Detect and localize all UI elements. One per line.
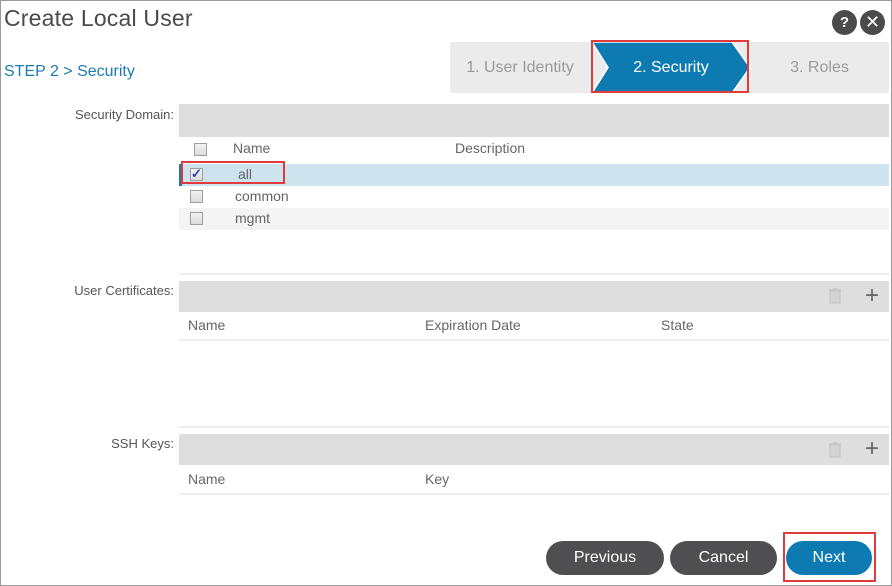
- column-header-state: State: [661, 317, 694, 333]
- wizard-step-roles[interactable]: 3. Roles: [750, 42, 889, 93]
- column-header-name: Name: [188, 471, 226, 487]
- ssh-keys-label: SSH Keys:: [111, 436, 174, 451]
- annotation-highlight-all-row: [181, 161, 285, 184]
- ssh-keys-toolbar: [179, 434, 889, 465]
- column-header-expiration-date: Expiration Date: [425, 317, 521, 333]
- row-checkbox-mgmt[interactable]: [190, 212, 203, 225]
- add-certificate-icon[interactable]: +: [865, 284, 879, 308]
- column-header-name: Name: [233, 140, 271, 156]
- row-checkbox-common[interactable]: [190, 190, 203, 203]
- divider: [179, 273, 889, 275]
- select-all-checkbox[interactable]: [194, 143, 207, 156]
- divider: [179, 339, 889, 341]
- dialog-title: Create Local User: [4, 5, 193, 31]
- table-row-domain-mgmt[interactable]: mgmt: [179, 208, 889, 230]
- cancel-button[interactable]: Cancel: [670, 541, 777, 575]
- domain-name: common: [235, 188, 289, 204]
- annotation-highlight-security-step: [591, 40, 749, 93]
- delete-ssh-key-icon[interactable]: [829, 442, 841, 458]
- user-certificates-toolbar: [179, 281, 889, 312]
- security-domain-label: Security Domain:: [75, 107, 174, 122]
- user-certificates-label: User Certificates:: [74, 283, 174, 298]
- column-header-description: Description: [455, 140, 526, 156]
- step-breadcrumb: STEP 2 > Security: [4, 63, 135, 80]
- divider: [179, 493, 889, 495]
- add-ssh-key-icon[interactable]: +: [865, 437, 879, 461]
- table-row-domain-common[interactable]: common: [179, 186, 889, 208]
- help-icon[interactable]: ?: [832, 10, 857, 35]
- close-icon[interactable]: ✕: [860, 10, 885, 35]
- previous-button[interactable]: Previous: [546, 541, 664, 575]
- wizard-step-user-identity[interactable]: 1. User Identity: [450, 42, 590, 93]
- table-row-domain-all[interactable]: all: [179, 164, 889, 186]
- security-domain-toolbar: [179, 104, 889, 137]
- annotation-highlight-next-button: [783, 532, 876, 582]
- column-header-name: Name: [188, 317, 226, 333]
- domain-name: mgmt: [235, 210, 270, 226]
- delete-certificate-icon[interactable]: [829, 288, 841, 304]
- divider: [179, 426, 889, 428]
- column-header-key: Key: [425, 471, 450, 487]
